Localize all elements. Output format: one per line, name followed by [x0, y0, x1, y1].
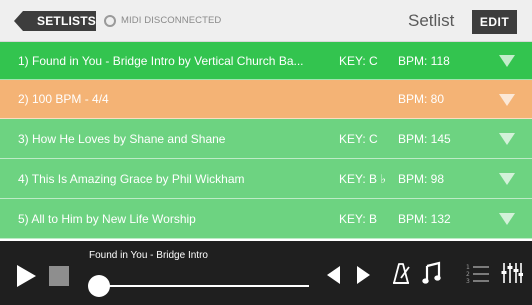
song-key: KEY: C [339, 54, 378, 68]
svg-text:2: 2 [466, 271, 470, 278]
chevron-down-icon[interactable] [499, 133, 515, 145]
song-bpm: BPM: 132 [398, 212, 451, 226]
song-row[interactable]: 2) 100 BPM - 4/4 BPM: 80 [0, 80, 532, 119]
header-bar: SETLISTS MIDI DISCONNECTED Setlist EDIT [0, 0, 532, 42]
numbered-list-icon[interactable]: 1 2 3 [466, 261, 490, 290]
chevron-down-icon[interactable] [499, 94, 515, 106]
song-key: KEY: B [339, 212, 378, 226]
song-title: 4) This Is Amazing Grace by Phil Wickham [18, 172, 245, 186]
song-title: 5) All to Him by New Life Worship [18, 212, 196, 226]
chevron-down-icon[interactable] [499, 55, 515, 67]
svg-text:1: 1 [466, 264, 470, 271]
now-playing-title: Found in You - Bridge Intro [89, 250, 208, 261]
song-bpm: BPM: 145 [398, 132, 451, 146]
next-icon[interactable] [357, 266, 370, 284]
chevron-down-icon[interactable] [499, 173, 515, 185]
midi-status-icon [104, 15, 116, 27]
song-key: KEY: C [339, 132, 378, 146]
progress-slider-thumb[interactable] [88, 275, 110, 297]
song-row[interactable]: 5) All to Him by New Life Worship KEY: B… [0, 199, 532, 239]
metronome-icon[interactable] [390, 261, 412, 290]
music-note-icon[interactable] [422, 261, 442, 290]
play-icon[interactable] [17, 265, 36, 287]
song-bpm: BPM: 118 [398, 54, 450, 68]
stop-icon[interactable] [49, 266, 69, 286]
song-title: 3) How He Loves by Shane and Shane [18, 132, 226, 146]
edit-button[interactable]: EDIT [472, 10, 517, 34]
svg-text:3: 3 [466, 278, 470, 285]
page-title: Setlist [408, 11, 455, 30]
mixer-icon[interactable] [501, 261, 524, 290]
song-row[interactable]: 1) Found in You - Bridge Intro by Vertic… [0, 42, 532, 80]
song-list: 1) Found in You - Bridge Intro by Vertic… [0, 42, 532, 239]
song-bpm: BPM: 80 [398, 92, 445, 106]
song-title: 2) 100 BPM - 4/4 [18, 92, 109, 106]
previous-icon[interactable] [327, 266, 340, 284]
setlists-back-button[interactable]: SETLISTS [14, 11, 96, 31]
chevron-down-icon[interactable] [499, 213, 515, 225]
player-bar: Found in You - Bridge Intro 1 2 3 [0, 241, 532, 305]
song-bpm: BPM: 98 [398, 172, 445, 186]
song-row[interactable]: 3) How He Loves by Shane and Shane KEY: … [0, 119, 532, 159]
midi-status-label: MIDI DISCONNECTED [121, 15, 222, 26]
song-key: KEY: B ♭ [339, 172, 387, 186]
song-title: 1) Found in You - Bridge Intro by Vertic… [18, 54, 304, 68]
progress-track[interactable] [99, 285, 309, 287]
song-row[interactable]: 4) This Is Amazing Grace by Phil Wickham… [0, 159, 532, 199]
